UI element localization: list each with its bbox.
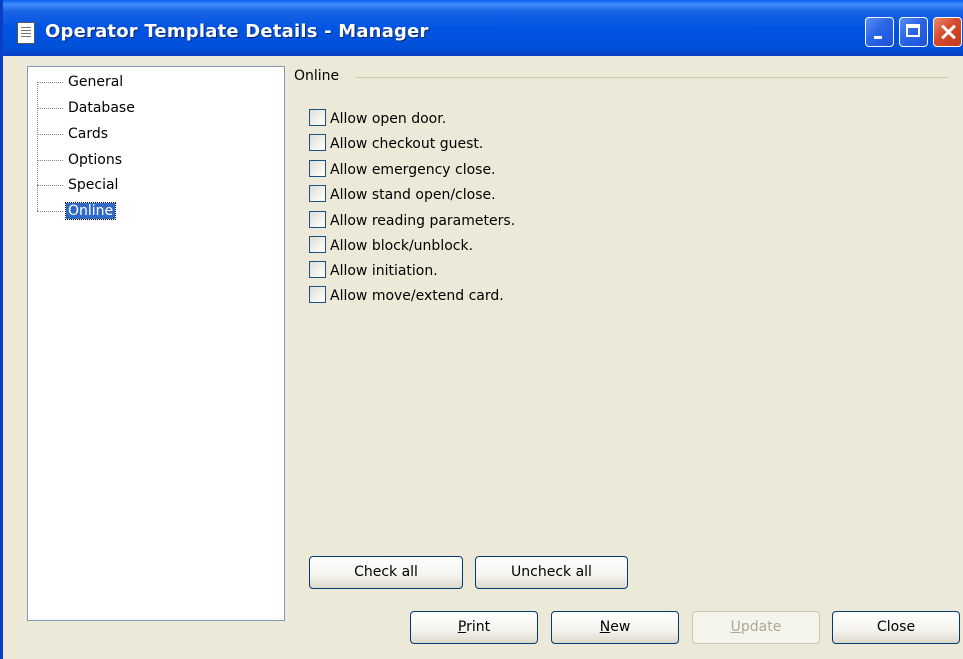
check-all-button[interactable]: Check all — [309, 556, 463, 589]
checkbox-label: Allow checkout guest. — [330, 136, 484, 152]
checkbox-allow-checkout-guest[interactable]: Allow checkout guest. — [309, 133, 483, 155]
checkbox-label: Allow open door. — [330, 111, 447, 127]
dialog-window: Operator Template Details - Manager Gene… — [0, 0, 963, 659]
checkbox-box[interactable] — [309, 160, 326, 177]
checkbox-box[interactable] — [309, 134, 326, 151]
checkbox-label: Allow block/unblock. — [330, 238, 474, 254]
checkbox-box[interactable] — [309, 185, 326, 202]
checkbox-box[interactable] — [309, 109, 326, 126]
checkbox-box[interactable] — [309, 211, 326, 228]
new-button[interactable]: New — [551, 611, 679, 644]
checkbox-allow-block-unblock[interactable]: Allow block/unblock. — [309, 235, 473, 257]
checkbox-label: Allow stand open/close. — [330, 187, 496, 203]
tree-item-label: Online — [64, 202, 117, 220]
checkbox-label: Allow reading parameters. — [330, 213, 516, 229]
close-window-button[interactable] — [933, 17, 962, 47]
checkbox-label: Allow initiation. — [330, 263, 438, 279]
checkbox-label: Allow move/extend card. — [330, 288, 504, 304]
tree-item-label: Options — [68, 152, 123, 168]
checkbox-allow-open-door[interactable]: Allow open door. — [309, 108, 446, 130]
checkbox-allow-reading-parameters[interactable]: Allow reading parameters. — [309, 210, 515, 232]
tree-item-options[interactable]: Options — [37, 150, 124, 170]
document-icon — [17, 22, 35, 44]
tree-item-database[interactable]: Database — [37, 98, 137, 118]
minimize-button[interactable] — [865, 17, 894, 47]
tree-item-label: Cards — [68, 126, 109, 142]
checkbox-box[interactable] — [309, 261, 326, 278]
update-button: Update — [692, 611, 820, 644]
print-button[interactable]: Print — [410, 611, 538, 644]
close-button[interactable]: Close — [832, 611, 960, 644]
group-box-divider — [356, 77, 948, 78]
tree-item-label: Special — [68, 177, 119, 193]
checkbox-allow-initiation[interactable]: Allow initiation. — [309, 260, 438, 282]
tree-item-label: Database — [68, 100, 135, 116]
checkbox-allow-move-extend-card[interactable]: Allow move/extend card. — [309, 285, 504, 307]
checkbox-box[interactable] — [309, 236, 326, 253]
checkbox-allow-emergency-close[interactable]: Allow emergency close. — [309, 159, 496, 181]
checkbox-label: Allow emergency close. — [330, 162, 496, 178]
maximize-button[interactable] — [899, 17, 928, 47]
checkbox-allow-stand-open-close[interactable]: Allow stand open/close. — [309, 184, 496, 206]
tree-item-special[interactable]: Special — [37, 175, 120, 195]
tree-item-cards[interactable]: Cards — [37, 124, 110, 144]
tree-item-label: General — [68, 74, 124, 90]
uncheck-all-button[interactable]: Uncheck all — [475, 556, 628, 589]
group-box-title: Online — [294, 68, 340, 84]
tree-item-online[interactable]: Online — [37, 201, 117, 221]
title-bar[interactable]: Operator Template Details - Manager — [3, 0, 963, 56]
window-title: Operator Template Details - Manager — [45, 21, 429, 42]
tree-item-general[interactable]: General — [37, 72, 125, 92]
checkbox-box[interactable] — [309, 286, 326, 303]
